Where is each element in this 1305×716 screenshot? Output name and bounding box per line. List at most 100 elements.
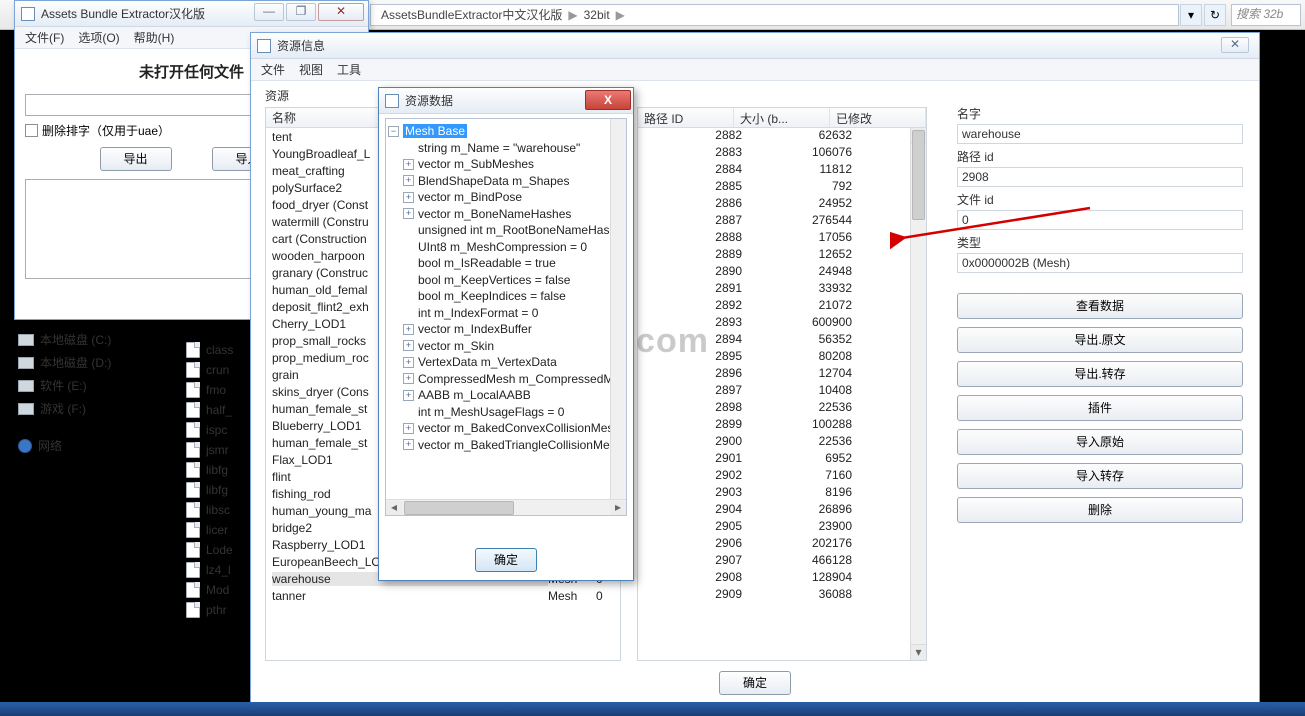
refresh-button[interactable]: ↻ xyxy=(1204,4,1226,26)
detail-row[interactable]: 2908128904 xyxy=(638,570,926,587)
export-raw-button[interactable]: 导出.原文 xyxy=(957,327,1243,353)
data-titlebar[interactable]: 资源数据 X xyxy=(379,88,633,114)
tree-node[interactable]: +BlendShapeData m_Shapes xyxy=(388,173,624,190)
maximize-button[interactable]: ❐ xyxy=(286,3,316,21)
data-ok-button[interactable]: 确定 xyxy=(475,548,537,572)
col-pathid-header[interactable]: 路径 ID xyxy=(638,108,734,127)
expand-icon[interactable]: + xyxy=(403,439,414,450)
main-titlebar[interactable]: Assets Bundle Extractor汉化版 — ❐ ✕ xyxy=(15,1,368,27)
file-item[interactable]: libfg xyxy=(186,480,256,500)
detail-row[interactable]: 289133932 xyxy=(638,281,926,298)
hscroll-right-icon[interactable]: ▸ xyxy=(610,501,626,515)
drive-item[interactable]: 本地磁盘 (C:) xyxy=(14,328,174,351)
detail-row[interactable]: 290022536 xyxy=(638,434,926,451)
menu-options[interactable]: 选项(O) xyxy=(72,27,125,48)
hscroll-left-icon[interactable]: ◂ xyxy=(386,501,402,515)
expand-icon[interactable]: + xyxy=(403,208,414,219)
info-menu-file[interactable]: 文件 xyxy=(255,59,291,80)
drive-item[interactable]: 本地磁盘 (D:) xyxy=(14,351,174,374)
minimize-button[interactable]: — xyxy=(254,3,284,21)
export-dump-button[interactable]: 导出.转存 xyxy=(957,361,1243,387)
scroll-down-icon[interactable]: ▾ xyxy=(911,644,926,660)
detail-row[interactable]: 289580208 xyxy=(638,349,926,366)
detail-row[interactable]: 2907466128 xyxy=(638,553,926,570)
detail-row[interactable]: 289221072 xyxy=(638,298,926,315)
import-raw-button[interactable]: 导入原始 xyxy=(957,429,1243,455)
info-menu-view[interactable]: 视图 xyxy=(293,59,329,80)
close-button[interactable]: ✕ xyxy=(318,3,364,21)
collapse-icon[interactable]: − xyxy=(388,126,399,137)
expand-icon[interactable]: + xyxy=(403,159,414,170)
tree-horizontal-scrollbar[interactable]: ◂ ▸ xyxy=(386,499,626,515)
breadcrumb[interactable]: AssetsBundleExtractor中文汉化版 ▶ 32bit ▶ xyxy=(370,4,1179,26)
tree-node[interactable]: +vector m_Skin xyxy=(388,338,624,355)
expand-icon[interactable]: + xyxy=(403,390,414,401)
detail-row[interactable]: 288624952 xyxy=(638,196,926,213)
expand-icon[interactable]: + xyxy=(403,324,414,335)
tree-node[interactable]: +vector m_BakedTriangleCollisionMes xyxy=(388,437,624,454)
file-item[interactable]: class xyxy=(186,340,256,360)
delete-button[interactable]: 删除 xyxy=(957,497,1243,523)
detail-row[interactable]: 290936088 xyxy=(638,587,926,604)
detail-row[interactable]: 29016952 xyxy=(638,451,926,468)
info-close-button[interactable]: ✕ xyxy=(1221,37,1249,53)
drive-item[interactable]: 软件 (E:) xyxy=(14,374,174,397)
tree-node[interactable]: +CompressedMesh m_CompressedMe xyxy=(388,371,624,388)
tree-node[interactable]: bool m_KeepVertices = false xyxy=(388,272,624,289)
file-item[interactable]: Lode xyxy=(186,540,256,560)
crumb-1[interactable]: AssetsBundleExtractor中文汉化版 xyxy=(377,6,566,23)
import-dump-button[interactable]: 导入转存 xyxy=(957,463,1243,489)
detail-row[interactable]: 2883106076 xyxy=(638,145,926,162)
tree-node[interactable]: bool m_IsReadable = true xyxy=(388,255,624,272)
tree-node[interactable]: int m_MeshUsageFlags = 0 xyxy=(388,404,624,421)
file-item[interactable]: fmo xyxy=(186,380,256,400)
search-input[interactable]: 搜索 32b xyxy=(1231,4,1301,26)
drive-item[interactable]: 游戏 (F:) xyxy=(14,397,174,420)
tree-node[interactable]: +VertexData m_VertexData xyxy=(388,354,624,371)
tree-node[interactable]: +vector m_BindPose xyxy=(388,189,624,206)
network-section[interactable]: 网络 xyxy=(14,434,174,457)
detail-row[interactable]: 288817056 xyxy=(638,230,926,247)
tree-node[interactable]: +AABB m_LocalAABB xyxy=(388,387,624,404)
detail-row[interactable]: 2885792 xyxy=(638,179,926,196)
crumb-2[interactable]: 32bit xyxy=(580,8,614,22)
tree-node[interactable]: unsigned int m_RootBoneNameHash xyxy=(388,222,624,239)
data-close-button[interactable]: X xyxy=(585,90,631,110)
tree-node[interactable]: +vector m_BoneNameHashes xyxy=(388,206,624,223)
info-titlebar[interactable]: 资源信息 ✕ xyxy=(251,33,1259,59)
detail-row[interactable]: 288411812 xyxy=(638,162,926,179)
tree-node[interactable]: bool m_KeepIndices = false xyxy=(388,288,624,305)
col-size-header[interactable]: 大小 (b... xyxy=(734,108,830,127)
tree-node[interactable]: string m_Name = "warehouse" xyxy=(388,140,624,157)
detail-row[interactable]: 2899100288 xyxy=(638,417,926,434)
file-item[interactable]: jsmr xyxy=(186,440,256,460)
file-item[interactable]: libsc xyxy=(186,500,256,520)
col-modified-header[interactable]: 已修改 xyxy=(830,108,926,127)
remove-type-checkbox[interactable] xyxy=(25,124,38,137)
file-item[interactable]: Mod xyxy=(186,580,256,600)
vertical-scrollbar[interactable]: ▴ ▾ xyxy=(910,128,926,660)
tree-root[interactable]: −Mesh Base xyxy=(388,123,624,140)
expand-icon[interactable]: + xyxy=(403,357,414,368)
file-item[interactable]: half_ xyxy=(186,400,256,420)
detail-row[interactable]: 2906202176 xyxy=(638,536,926,553)
detail-row[interactable]: 2887276544 xyxy=(638,213,926,230)
detail-row[interactable]: 29027160 xyxy=(638,468,926,485)
view-data-button[interactable]: 查看数据 xyxy=(957,293,1243,319)
scroll-thumb[interactable] xyxy=(912,130,925,220)
resource-detail-columns[interactable]: 路径 ID 大小 (b... 已修改 288262632288310607628… xyxy=(637,107,927,661)
tree-node[interactable]: +vector m_BakedConvexCollisionMesh xyxy=(388,420,624,437)
tree-node[interactable]: int m_IndexFormat = 0 xyxy=(388,305,624,322)
detail-row[interactable]: 289822536 xyxy=(638,400,926,417)
expand-icon[interactable]: + xyxy=(403,192,414,203)
hscroll-thumb[interactable] xyxy=(404,501,514,515)
file-item[interactable]: ispc xyxy=(186,420,256,440)
file-item[interactable]: libfg xyxy=(186,460,256,480)
file-item[interactable]: licer xyxy=(186,520,256,540)
detail-row[interactable]: 288912652 xyxy=(638,247,926,264)
menu-help[interactable]: 帮助(H) xyxy=(128,27,181,48)
info-menu-tools[interactable]: 工具 xyxy=(331,59,367,80)
detail-row[interactable]: 289612704 xyxy=(638,366,926,383)
tree-node[interactable]: +vector m_IndexBuffer xyxy=(388,321,624,338)
export-button[interactable]: 导出 xyxy=(100,147,172,171)
